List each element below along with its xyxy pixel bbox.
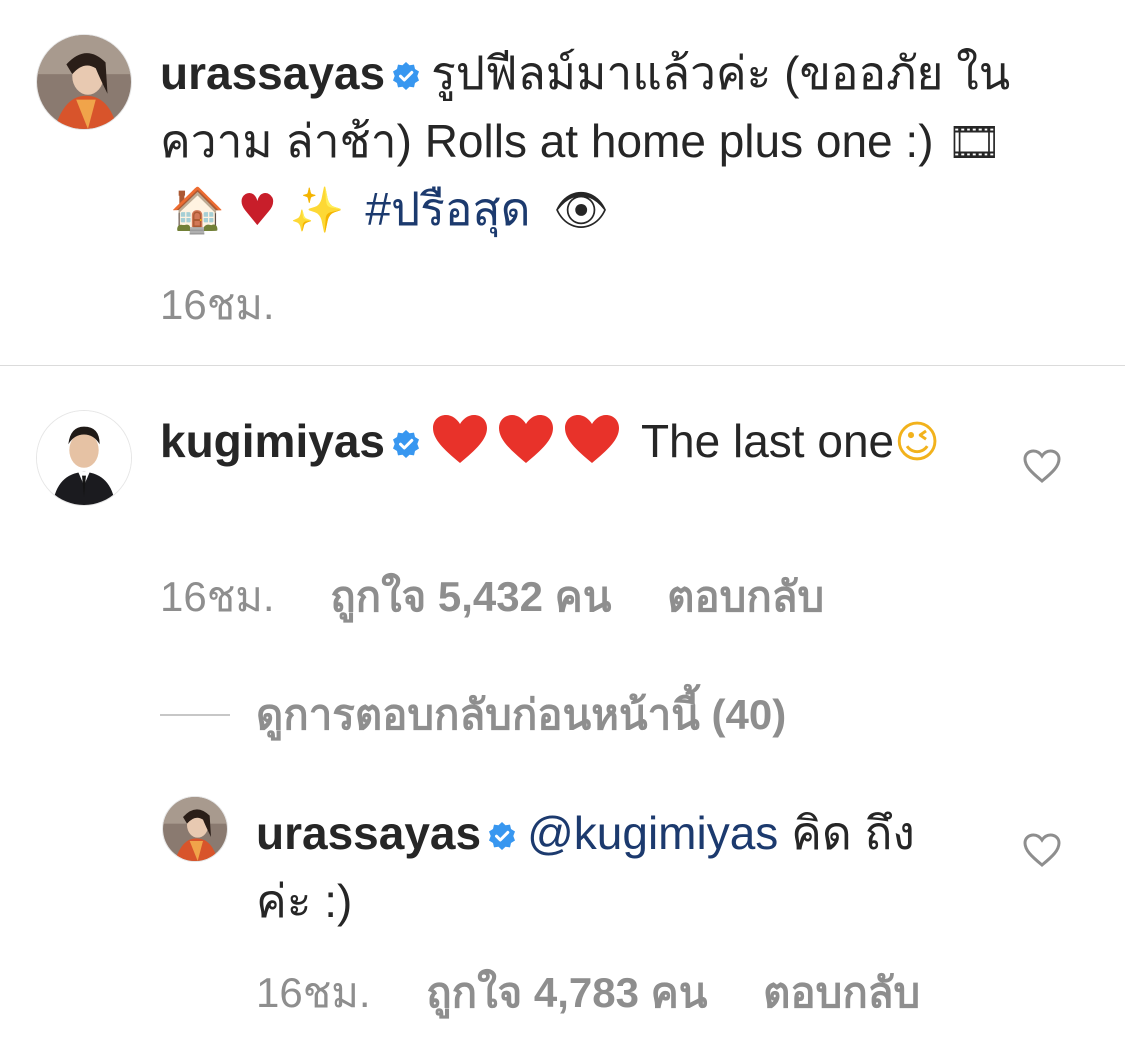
comment-reply-button[interactable]: ตอบกลับ: [667, 573, 824, 620]
comment-like-button[interactable]: [1022, 448, 1062, 484]
heart-emoji: ♥: [237, 185, 278, 236]
heart-outline-icon: [1023, 833, 1061, 867]
comment-body: The last one: [640, 415, 895, 467]
reply-username[interactable]: urassayas: [256, 807, 481, 859]
view-previous-replies[interactable]: ดูการตอบกลับก่อนหน้านี้ (40): [160, 682, 786, 748]
caption-hashtag[interactable]: #ปรือสุด: [365, 183, 530, 235]
avatar-image-urassayas: [163, 797, 227, 861]
reply-timestamp: 16ชม.: [256, 969, 371, 1016]
comment-avatar[interactable]: [36, 410, 132, 506]
caption-text: urassayas รูปฟีลม์มาแล้วค่ะ (ขออภัย ในควา…: [160, 40, 1060, 244]
reply-meta: 16ชม. ถูกใจ 4,783 คน ตอบกลับ: [256, 960, 964, 1026]
reply-avatar[interactable]: [162, 796, 228, 862]
reply-mention[interactable]: @kugimiyas: [527, 807, 778, 859]
view-replies-label[interactable]: ดูการตอบกลับก่อนหน้านี้ (40): [256, 682, 786, 748]
caption-timestamp: 16ชม.: [160, 281, 275, 328]
caption-username[interactable]: urassayas: [160, 47, 385, 99]
red-heart-emoji: [431, 413, 489, 482]
sparkles-emoji: ✨: [289, 185, 345, 236]
avatar-image-urassayas: [37, 35, 131, 129]
comment-username[interactable]: kugimiyas: [160, 415, 385, 467]
red-heart-emoji: [497, 413, 555, 482]
verified-badge-icon: [487, 802, 517, 868]
comment-timestamp: 16ชม.: [160, 573, 275, 620]
verified-badge-icon: [391, 42, 421, 108]
caption-divider: [0, 365, 1125, 366]
winking-face-emoji: 😉: [894, 417, 940, 468]
reply-like-count[interactable]: ถูกใจ 4,783 คน: [426, 969, 707, 1016]
eye-emoji: 👁: [553, 185, 610, 236]
caption-english-text: Rolls at home plus one :): [424, 115, 934, 167]
house-emoji: 🏠: [170, 185, 225, 236]
film-emoji: 🎞: [946, 117, 1003, 168]
caption-meta: 16ชม.: [160, 272, 319, 338]
replies-divider-line: [160, 714, 230, 716]
verified-badge-icon: [391, 410, 421, 476]
reply-reply-button[interactable]: ตอบกลับ: [763, 969, 920, 1016]
comment-like-count[interactable]: ถูกใจ 5,432 คน: [330, 573, 611, 620]
reply-like-button[interactable]: [1022, 832, 1062, 868]
reply-text: urassayas @kugimiyas คิด ถึง ค่ะ :): [256, 800, 956, 934]
comment-meta: 16ชม. ถูกใจ 5,432 คน ตอบกลับ: [160, 564, 868, 630]
red-heart-emoji: [563, 413, 621, 482]
heart-outline-icon: [1023, 449, 1061, 483]
avatar-image-kugimiyas: [37, 411, 131, 505]
comment-text: kugimiyas The last one😉: [160, 408, 950, 482]
caption-avatar[interactable]: [36, 34, 132, 130]
